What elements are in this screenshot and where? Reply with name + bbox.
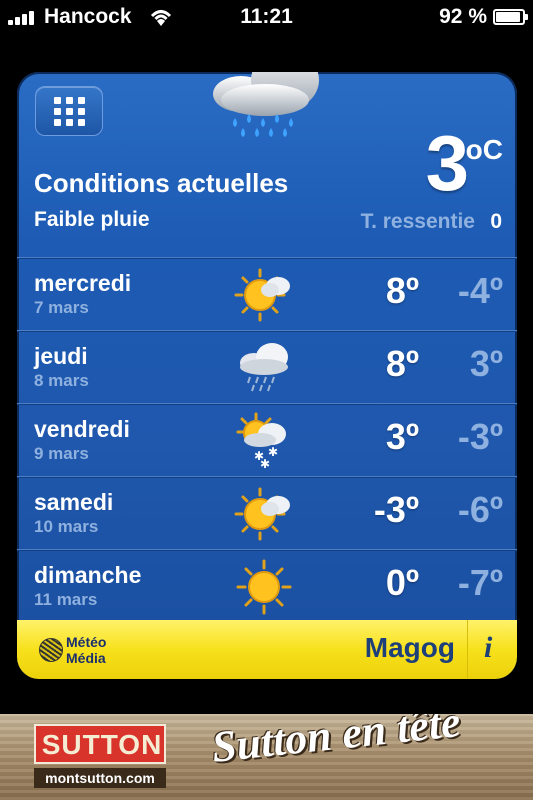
- forecast-high: 8º: [385, 343, 419, 384]
- feels-like-value: 0: [490, 210, 502, 233]
- battery-fill: [496, 12, 520, 22]
- forecast-date: 9 mars: [34, 444, 89, 463]
- forecast-high: -3º: [373, 489, 419, 530]
- rain-cloud-icon: [213, 72, 319, 137]
- info-icon: i: [484, 631, 493, 664]
- forecast-day: jeudi: [34, 343, 88, 369]
- forecast-date: 8 mars: [34, 371, 89, 390]
- forecast-low: -4º: [457, 270, 503, 311]
- forecast-date: 11 mars: [34, 590, 98, 609]
- forecast-high: 3º: [385, 416, 419, 457]
- battery-percent: 92 %: [439, 5, 487, 28]
- forecast-low: -6º: [457, 489, 503, 530]
- ad-banner[interactable]: SUTTON montsutton.com Sutton en tête: [0, 714, 533, 800]
- current-description: Faible pluie: [34, 208, 150, 231]
- forecast-day: mercredi: [34, 270, 132, 296]
- status-bar: Hancock 11:21 92 %: [0, 0, 533, 34]
- sun-cloud-snow-icon: ✱ ✱✱: [236, 412, 286, 470]
- svg-text:✱: ✱: [260, 457, 270, 470]
- sun-cloud-icon: [234, 487, 290, 541]
- globe-icon: [39, 638, 63, 662]
- menu-grid-button[interactable]: [35, 86, 103, 136]
- forecast-row[interactable]: dimanche 11 mars 0º -7º: [17, 549, 517, 622]
- city-name[interactable]: Magog: [365, 632, 455, 664]
- forecast-row[interactable]: samedi 10 mars -3º -6º: [17, 476, 517, 549]
- weather-card: Conditions actuelles Faible pluie 3 oC T…: [17, 72, 517, 679]
- forecast-date: 7 mars: [34, 298, 89, 317]
- forecast-high: 0º: [385, 562, 419, 603]
- forecast-low: 3º: [469, 343, 503, 384]
- forecast-date: 10 mars: [34, 517, 99, 536]
- current-temperature: 3: [425, 119, 469, 207]
- forecast-row[interactable]: mercredi 7 mars 8º -4º: [17, 257, 517, 330]
- ad-brand: SUTTON: [41, 729, 163, 760]
- temperature-unit: oC: [465, 134, 503, 165]
- forecast-row[interactable]: jeudi 8 mars 8º 3º: [17, 330, 517, 403]
- sun-cloud-icon: [234, 268, 290, 322]
- forecast-day: vendredi: [34, 416, 130, 442]
- current-conditions-title: Conditions actuelles: [34, 168, 289, 198]
- feels-like-label: T. ressentie: [360, 210, 475, 233]
- forecast-day: samedi: [34, 489, 114, 515]
- logo-line2: Média: [66, 650, 106, 666]
- widget-footer: Météo Média Magog i: [17, 620, 517, 679]
- logo-line1: Météo: [66, 634, 107, 650]
- forecast-low: -7º: [457, 562, 503, 603]
- meteomedia-logo: Météo Média: [39, 633, 129, 669]
- forecast-high: 8º: [385, 270, 419, 311]
- ad-slogan: Sutton en tête: [209, 714, 463, 772]
- rain-cloud-icon: [240, 343, 288, 392]
- forecast-day: dimanche: [34, 562, 142, 588]
- forecast-low: -3º: [457, 416, 503, 457]
- sun-icon: [236, 559, 292, 615]
- ad-url: montsutton.com: [34, 768, 166, 788]
- sutton-logo: SUTTON montsutton.com: [34, 724, 166, 790]
- battery-icon: [493, 9, 528, 25]
- forecast-row[interactable]: vendredi 9 mars ✱ ✱ ✱ 3º -3º: [17, 403, 517, 476]
- info-button[interactable]: i: [467, 620, 517, 679]
